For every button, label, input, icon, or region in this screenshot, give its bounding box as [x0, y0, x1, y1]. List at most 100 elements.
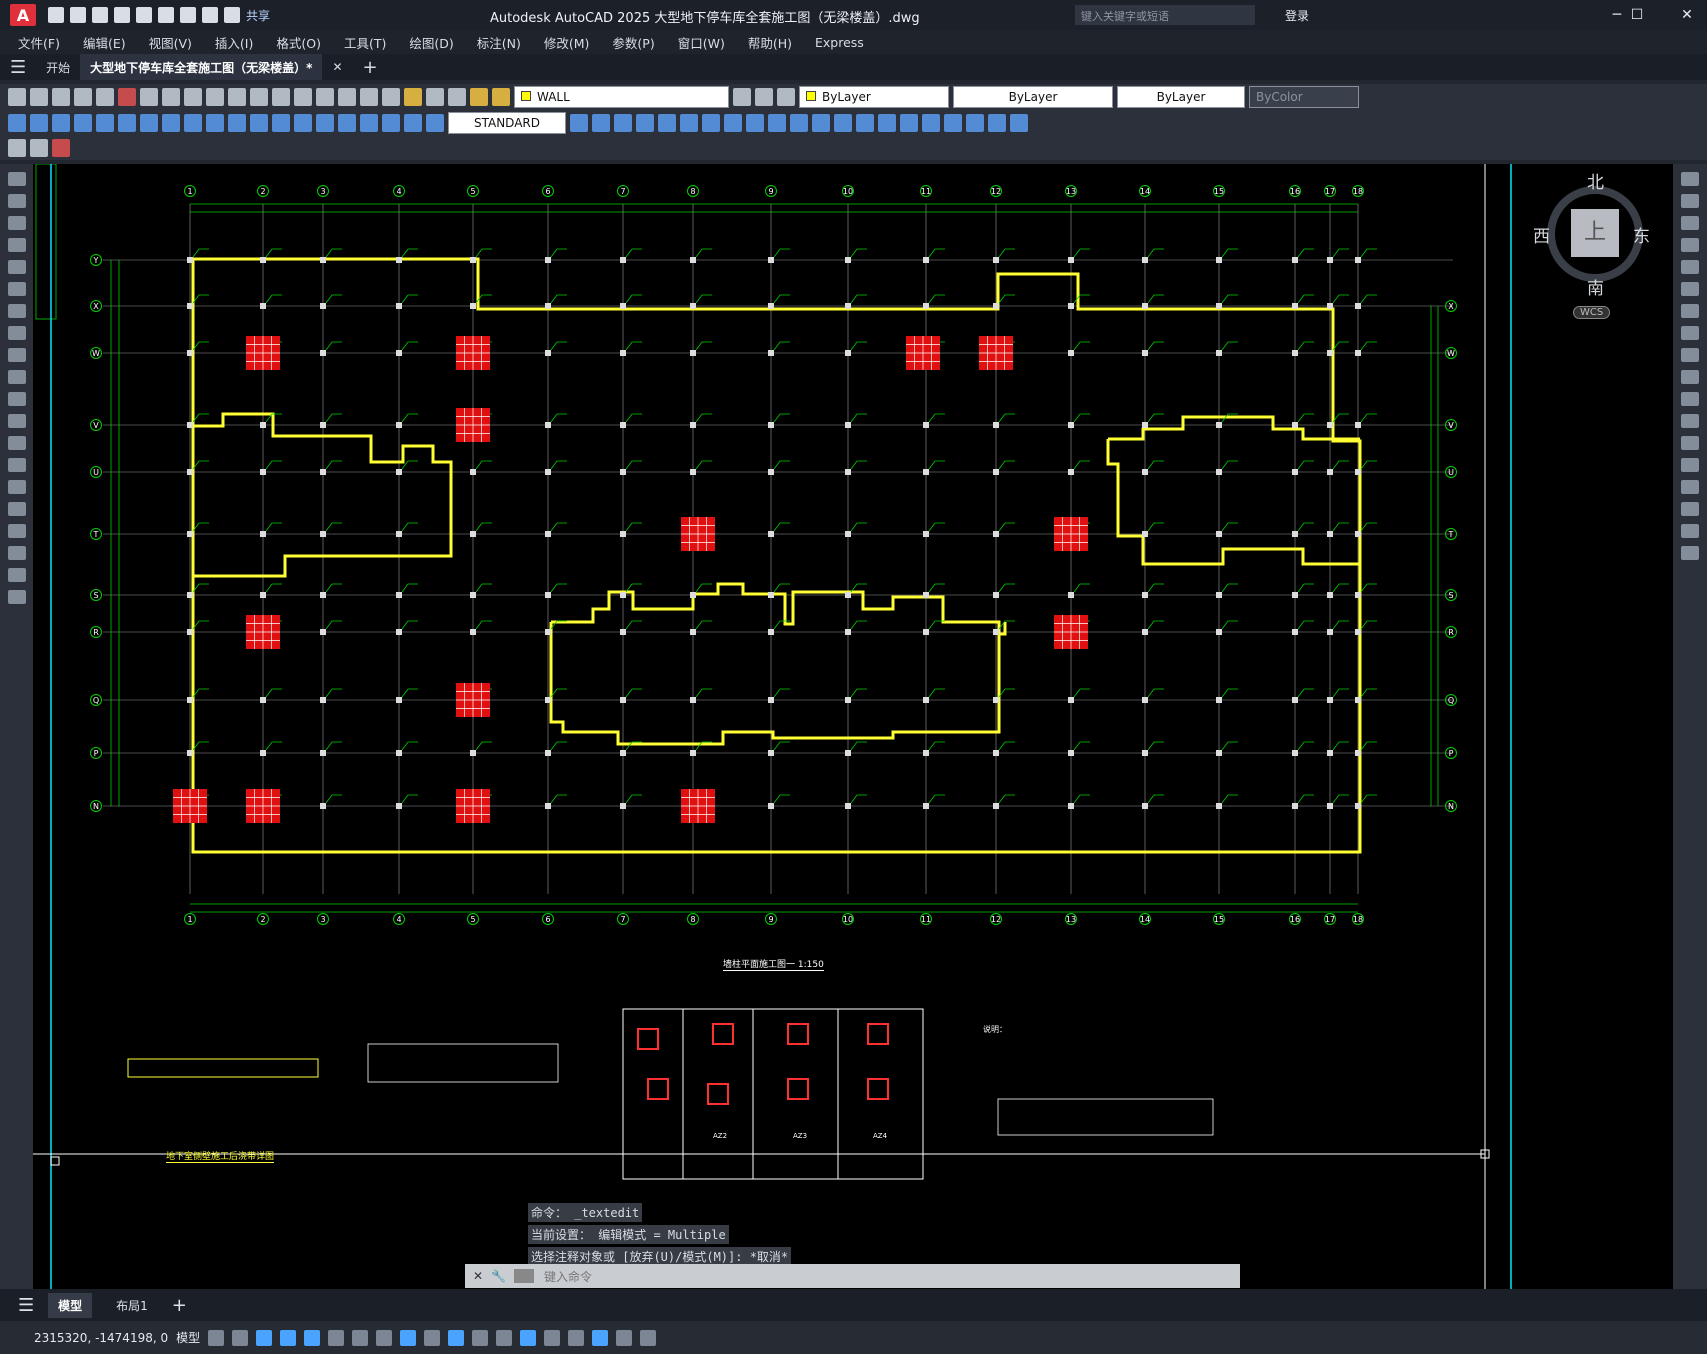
modeling-slice-icon[interactable]	[790, 114, 808, 132]
close-button[interactable]: ✕	[1675, 4, 1699, 26]
tb-undo-icon[interactable]	[228, 88, 246, 106]
annotation-visibility-icon[interactable]	[592, 1329, 609, 1346]
dim-diameter-icon[interactable]	[140, 114, 158, 132]
tb-publish-icon[interactable]	[118, 88, 136, 106]
viewcube-north[interactable]: 北	[1587, 168, 1604, 193]
tb-redo-icon[interactable]	[250, 88, 268, 106]
mtext-icon[interactable]	[7, 568, 26, 582]
saveas-icon[interactable]	[114, 7, 130, 23]
share-button[interactable]: 共享	[246, 7, 270, 23]
dim-aligned-icon[interactable]	[30, 114, 48, 132]
join-icon[interactable]	[1681, 458, 1699, 472]
lineweight-icon[interactable]	[424, 1329, 441, 1346]
center-mark-icon[interactable]	[316, 114, 334, 132]
add-layout-button[interactable]: +	[172, 1295, 187, 1316]
line-icon[interactable]	[7, 172, 26, 186]
tb-zoom-window-icon[interactable]	[316, 88, 334, 106]
selection-filter-icon[interactable]	[544, 1329, 561, 1346]
menu-item[interactable]: 格式(O)	[276, 33, 321, 52]
publish-icon[interactable]	[158, 7, 174, 23]
recent-commands-icon[interactable]	[514, 1269, 535, 1283]
tb-cut-icon[interactable]	[140, 88, 158, 106]
chamfer-icon[interactable]	[1681, 480, 1699, 494]
menu-item[interactable]: 视图(V)	[149, 33, 192, 52]
trim-icon[interactable]	[1681, 370, 1699, 384]
tb-copy-icon[interactable]	[162, 88, 180, 106]
arc-icon[interactable]	[7, 282, 26, 296]
menu-item[interactable]: 窗口(W)	[678, 33, 725, 52]
modeling-subtract-icon[interactable]	[680, 114, 698, 132]
transparency-icon[interactable]	[448, 1329, 465, 1346]
wcs-menu[interactable]: WCS	[1573, 306, 1611, 319]
autocad-logo-icon[interactable]: A	[10, 4, 36, 26]
modeling-polysolid-icon[interactable]	[1010, 114, 1028, 132]
modeling-cylinder-icon[interactable]	[614, 114, 632, 132]
open-icon[interactable]	[70, 7, 86, 23]
command-line[interactable]: ✕ 🔧 键入命令	[465, 1264, 1240, 1288]
region-icon[interactable]	[7, 524, 26, 538]
polar-icon[interactable]	[328, 1329, 345, 1346]
modeling-3dalign-icon[interactable]	[856, 114, 874, 132]
lineweight-dropdown[interactable]: ByLayer	[1117, 86, 1245, 108]
close-tab-icon[interactable]: ✕	[322, 54, 352, 80]
menu-item[interactable]: 工具(T)	[344, 33, 386, 52]
add-selected-icon[interactable]	[7, 590, 26, 604]
table-icon[interactable]	[7, 546, 26, 560]
menu-item[interactable]: 绘图(D)	[409, 33, 453, 52]
hamburger-menu-icon[interactable]: ☰	[0, 54, 36, 80]
ortho-icon[interactable]	[304, 1329, 321, 1346]
menu-item[interactable]: 参数(P)	[612, 33, 654, 52]
modeling-3dmove-icon[interactable]	[812, 114, 830, 132]
extend-icon[interactable]	[1681, 392, 1699, 406]
modeling-3darray-icon[interactable]	[878, 114, 896, 132]
break-point-icon[interactable]	[1681, 414, 1699, 428]
search-input[interactable]: 键入关键字或短语	[1075, 5, 1255, 25]
jogged-linear-icon[interactable]	[360, 114, 378, 132]
tb-layer-props-icon[interactable]	[777, 88, 795, 106]
tb-bringfront-icon[interactable]	[30, 139, 48, 157]
login-button[interactable]: 登录	[1285, 7, 1309, 24]
tb-matchprop-icon[interactable]	[206, 88, 224, 106]
dim-quick-icon[interactable]	[184, 114, 202, 132]
copy-icon[interactable]	[1681, 194, 1699, 208]
hatch-icon[interactable]	[7, 480, 26, 494]
isodraft-icon[interactable]	[352, 1329, 369, 1346]
drawing-canvas[interactable]: 1 1 2 2 3 3 4 4 5 5 6 6 7 7 8 8 9 9 10 10 11 11 12 12 13 13 14 14 15…	[33, 163, 1673, 1289]
tb-properties-icon[interactable]	[338, 88, 356, 106]
redo-icon[interactable]	[224, 7, 240, 23]
tb-zoom-icon[interactable]	[294, 88, 312, 106]
rectangle-icon[interactable]	[7, 260, 26, 274]
dim-update-icon[interactable]	[426, 114, 444, 132]
dim-radius-icon[interactable]	[96, 114, 114, 132]
tb-layer-previous-icon[interactable]	[755, 88, 773, 106]
osnap-icon[interactable]	[400, 1329, 417, 1346]
close-command-icon[interactable]: ✕	[473, 1269, 483, 1283]
modeling-extrude-icon[interactable]	[636, 114, 654, 132]
explode-icon[interactable]	[1681, 546, 1699, 560]
plot-icon[interactable]	[180, 7, 196, 23]
modeling-flatshot-icon[interactable]	[988, 114, 1006, 132]
new-tab-button[interactable]: +	[353, 54, 388, 80]
point-icon[interactable]	[7, 458, 26, 472]
modeling-intersect-icon[interactable]	[702, 114, 720, 132]
blend-icon[interactable]	[1681, 524, 1699, 538]
modeling-sweep-icon[interactable]	[768, 114, 786, 132]
selection-cycling-icon[interactable]	[472, 1329, 489, 1346]
tb-calc-icon[interactable]	[426, 88, 444, 106]
tb-new-icon[interactable]	[8, 88, 26, 106]
dim-baseline-icon[interactable]	[206, 114, 224, 132]
save-icon[interactable]	[92, 7, 108, 23]
infer-constraints-icon[interactable]	[256, 1329, 273, 1346]
3d-osnap-icon[interactable]	[496, 1329, 513, 1346]
auto-scale-icon[interactable]	[616, 1329, 633, 1346]
tb-help-icon[interactable]	[448, 88, 466, 106]
dimstyle-icon[interactable]	[570, 114, 588, 132]
menu-item[interactable]: 编辑(E)	[83, 33, 126, 52]
customize-command-icon[interactable]: 🔧	[491, 1269, 506, 1283]
tab-model[interactable]: 模型	[48, 1292, 93, 1318]
tb-pan-icon[interactable]	[272, 88, 290, 106]
rotate-icon[interactable]	[1681, 304, 1699, 318]
spline-icon[interactable]	[7, 348, 26, 362]
tab-layout1[interactable]: 布局1	[106, 1293, 158, 1318]
tolerance-icon[interactable]	[294, 114, 312, 132]
